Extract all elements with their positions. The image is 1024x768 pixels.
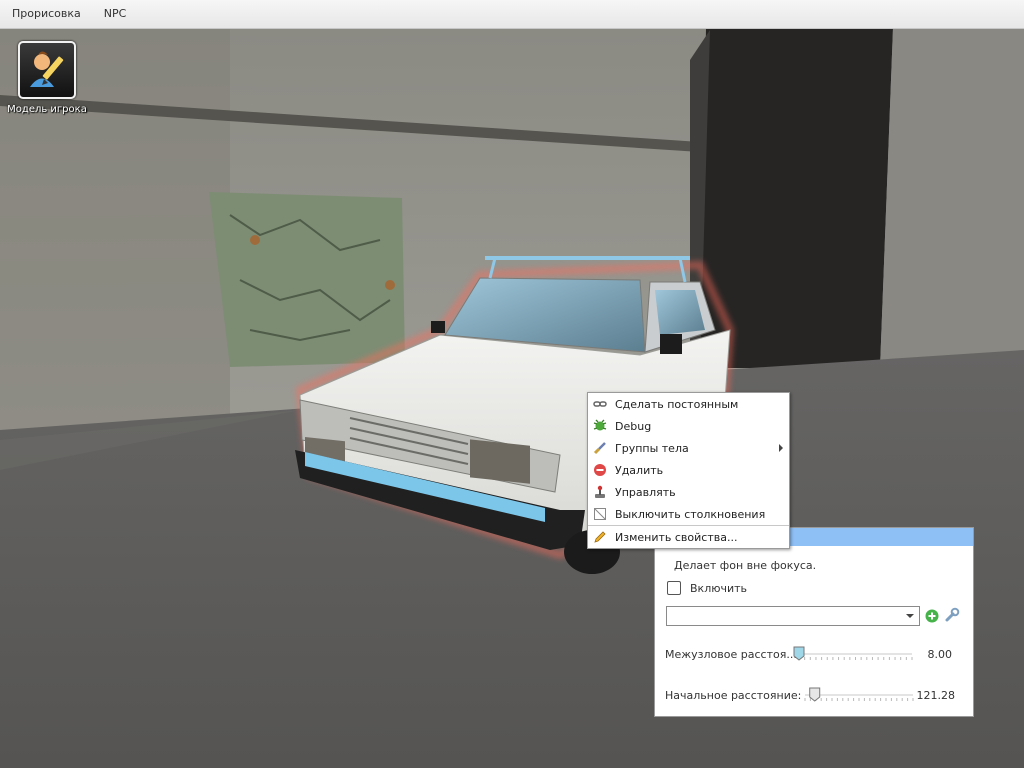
- ctx-item-bodygroups[interactable]: Группы тела: [588, 437, 789, 459]
- enable-checkbox[interactable]: [667, 581, 681, 595]
- ctx-item-control[interactable]: Управлять: [588, 481, 789, 503]
- game-viewport: Прорисовка NPC Модель игрока Делает фон …: [0, 0, 1024, 768]
- node-distance-slider[interactable]: [793, 644, 918, 664]
- ctx-item-label: Debug: [615, 419, 652, 433]
- ctx-item-debug[interactable]: Debug: [588, 415, 789, 437]
- delete-icon: [593, 463, 607, 477]
- slider-handle: [793, 646, 805, 661]
- ctx-item-label: Удалить: [615, 463, 664, 477]
- add-icon: [925, 609, 939, 623]
- slider-value: 8.00: [927, 648, 953, 661]
- ctx-item-disable-collisions[interactable]: Выключить столкновения: [588, 503, 789, 525]
- link-icon: [593, 397, 607, 411]
- ctx-item-label: Сделать постоянным: [615, 397, 739, 411]
- add-preset-button[interactable]: [925, 608, 939, 623]
- chevron-down-icon: [906, 614, 914, 618]
- joystick-icon: [593, 485, 607, 499]
- player-model-shortcut[interactable]: Модель игрока: [6, 41, 88, 115]
- enable-label: Включить: [690, 581, 748, 595]
- brush-icon: [593, 441, 607, 455]
- map-poster: [209, 192, 405, 367]
- properties-panel: Делает фон вне фокуса. Включить Межузлов…: [654, 527, 974, 717]
- preset-settings-button[interactable]: [944, 607, 960, 623]
- ctx-item-remove[interactable]: Удалить: [588, 459, 789, 481]
- bug-icon: [593, 419, 607, 433]
- menu-rendering[interactable]: Прорисовка: [0, 0, 92, 28]
- ctx-item-label: Управлять: [615, 485, 676, 499]
- ctx-item-edit-properties[interactable]: Изменить свойства...: [588, 526, 789, 548]
- start-distance-slider[interactable]: [799, 685, 919, 705]
- slider-label: Межузловое расстоя...: [665, 648, 797, 661]
- menu-npc[interactable]: NPC: [92, 0, 138, 28]
- slider-value: 121.28: [916, 689, 956, 702]
- submenu-arrow-icon: [779, 444, 783, 452]
- slider-row-start-distance: Начальное расстояние: 121.28: [665, 685, 965, 705]
- top-menubar: Прорисовка NPC: [0, 0, 1024, 29]
- player-model-label: Модель игрока: [7, 104, 87, 115]
- player-model-icon: [30, 51, 64, 87]
- panel-description: Делает фон вне фокуса.: [674, 559, 817, 572]
- ctx-item-label: Группы тела: [615, 441, 689, 455]
- collision-off-icon: [593, 507, 607, 521]
- context-menu: Сделать постоянным Debug Группы тела Уда…: [587, 392, 790, 549]
- slider-row-node-distance: Межузловое расстоя... 8.00: [665, 644, 965, 664]
- ctx-item-label: Изменить свойства...: [615, 530, 738, 544]
- player-model-icon[interactable]: [18, 41, 76, 99]
- ctx-item-label: Выключить столкновения: [615, 507, 766, 521]
- slider-handle: [809, 687, 821, 702]
- ctx-item-make-persistent[interactable]: Сделать постоянным: [588, 393, 789, 415]
- slider-label: Начальное расстояние:: [665, 689, 802, 702]
- enable-row[interactable]: Включить: [667, 581, 747, 595]
- wrench-icon: [945, 607, 960, 622]
- preset-combobox[interactable]: [666, 606, 920, 626]
- pencil-icon: [593, 530, 607, 544]
